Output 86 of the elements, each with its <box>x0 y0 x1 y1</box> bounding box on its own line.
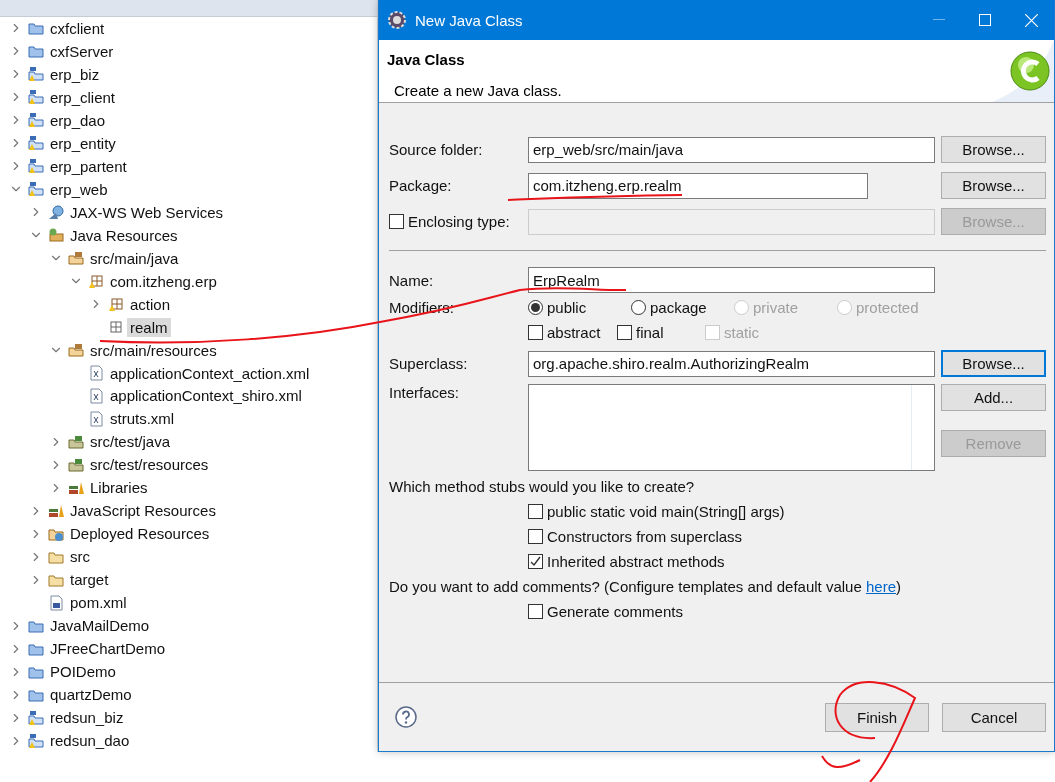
checkbox-label: Inherited abstract methods <box>547 552 725 570</box>
finish-button[interactable]: Finish <box>825 702 929 732</box>
file-icon <box>88 365 104 381</box>
tree-item[interactable]: redsun_biz <box>47 708 127 728</box>
tree-item[interactable]: pom.xml <box>67 593 130 613</box>
radio-button[interactable] <box>631 299 646 315</box>
field-label: Superclass: <box>389 355 469 372</box>
superclass-field[interactable]: org.apache.shiro.realm.AuthorizingRealm <box>528 350 935 377</box>
gear-icon <box>387 10 407 30</box>
tree-item[interactable]: redsun_dao <box>47 731 133 750</box>
tree-item[interactable]: src/main/java <box>87 248 182 268</box>
checkbox[interactable] <box>389 214 404 229</box>
checkbox-label: static <box>724 323 759 341</box>
help-icon[interactable] <box>395 706 417 728</box>
window-title: New Java Class <box>415 11 524 29</box>
interfaces-list[interactable] <box>528 384 935 471</box>
tree-item[interactable]: Deployed Resources <box>67 524 213 544</box>
radio-label: protected <box>856 298 919 316</box>
tree-item[interactable]: src/test/resources <box>87 455 212 475</box>
file-icon <box>88 410 104 427</box>
package-field[interactable]: com.itzheng.erp.realm <box>528 172 868 199</box>
browse-button[interactable]: Browse... <box>941 172 1046 199</box>
checkbox-label: public static void main(String[] args) <box>547 502 785 520</box>
radio-button[interactable] <box>528 299 543 315</box>
tree-item[interactable]: JavaMailDemo <box>47 616 153 636</box>
tree-item[interactable]: target <box>67 570 112 590</box>
source-folder-field[interactable]: erp_web/src/main/java <box>528 136 935 163</box>
tree-item[interactable]: erp_web <box>47 179 111 199</box>
stubs-question: Which method stubs would you like to create? <box>389 477 695 495</box>
checkbox[interactable] <box>528 503 543 519</box>
checkbox-label: abstract <box>547 323 601 341</box>
enclosing-type-field[interactable] <box>528 208 935 235</box>
package-icon <box>108 296 124 313</box>
tree-item[interactable]: Libraries <box>87 478 151 498</box>
cancel-button[interactable]: Cancel <box>942 702 1046 732</box>
checkbox-label: final <box>636 323 664 341</box>
tree-item[interactable]: src/test/java <box>87 432 174 452</box>
checkbox-label: Generate comments <box>547 602 683 620</box>
checkbox[interactable] <box>528 603 543 619</box>
tree-item[interactable]: applicationContext_action.xml <box>107 363 313 383</box>
tree-item[interactable]: POIDemo <box>47 662 119 682</box>
checkbox[interactable] <box>528 324 543 340</box>
browse-button[interactable]: Browse... <box>941 350 1046 377</box>
tree-item[interactable]: erp_biz <box>47 64 103 84</box>
tree-item[interactable]: com.itzheng.erp <box>107 271 220 291</box>
radio-label: package <box>650 298 707 316</box>
tree-item[interactable]: src <box>67 547 93 567</box>
field-label: Name: <box>389 271 435 289</box>
field-label: Interfaces: <box>389 384 461 401</box>
tree-item[interactable]: struts.xml <box>107 409 178 429</box>
browse-button[interactable]: Browse... <box>941 136 1046 163</box>
file-icon <box>48 594 64 611</box>
checkbox[interactable] <box>617 324 632 340</box>
tree-item[interactable]: JFreeChartDemo <box>47 639 169 659</box>
tree-item[interactable]: erp_partent <box>47 156 130 176</box>
field-label: Package: <box>389 177 453 194</box>
tree-item[interactable]: action <box>127 294 174 314</box>
here-link[interactable]: here <box>865 577 896 595</box>
package-icon <box>108 319 124 336</box>
tree-item[interactable]: erp_entity <box>47 133 119 153</box>
radio-label: private <box>753 298 799 316</box>
tree-item[interactable]: quartzDemo <box>47 685 135 705</box>
comments-question: Do you want to add comments? (Configure templates and default value here) <box>389 577 901 595</box>
tree-item[interactable]: applicationContext_shiro.xml <box>107 386 305 406</box>
name-field[interactable]: ErpRealm <box>528 267 935 293</box>
tree-item[interactable]: src/main/resources <box>87 340 220 360</box>
tree-item[interactable]: realm <box>127 317 171 337</box>
tree-item[interactable]: erp_client <box>47 87 119 107</box>
tree-item[interactable]: Java Resources <box>67 225 181 245</box>
tree-item[interactable]: erp_dao <box>47 110 109 130</box>
package-icon <box>88 273 104 290</box>
tree-item[interactable]: cxfServer <box>47 41 117 61</box>
tree-item[interactable]: cxfclient <box>47 18 108 38</box>
add-button[interactable]: Add... <box>941 384 1046 411</box>
tree-item[interactable]: JavaScript Resources <box>67 501 219 521</box>
checkbox-label: Enclosing type: <box>408 213 510 230</box>
radio-label: public <box>547 298 587 316</box>
checkbox[interactable] <box>528 528 543 544</box>
page-heading: Java Class <box>387 51 466 68</box>
page-description: Create a new Java class. <box>394 82 562 99</box>
field-label: Modifiers: <box>389 298 456 316</box>
tree-item[interactable]: JAX-WS Web Services <box>67 202 227 222</box>
field-label: Source folder: <box>389 141 484 158</box>
checkbox-label: Constructors from superclass <box>547 527 743 545</box>
checkbox[interactable] <box>528 553 543 569</box>
file-icon <box>88 387 104 404</box>
